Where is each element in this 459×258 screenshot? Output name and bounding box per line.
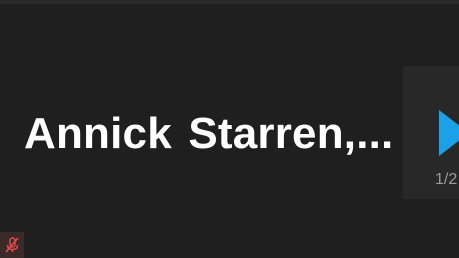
mic-status-badge	[0, 232, 24, 258]
participant-name: Annick Starren,...	[24, 109, 394, 158]
pagination-control: 1/2	[403, 66, 459, 199]
video-tile: Annick Starren,...	[0, 4, 459, 258]
next-page-button[interactable]	[439, 110, 459, 156]
mic-muted-icon	[5, 237, 19, 253]
page-indicator: 1/2	[435, 171, 458, 188]
chevron-right-icon	[439, 110, 459, 156]
